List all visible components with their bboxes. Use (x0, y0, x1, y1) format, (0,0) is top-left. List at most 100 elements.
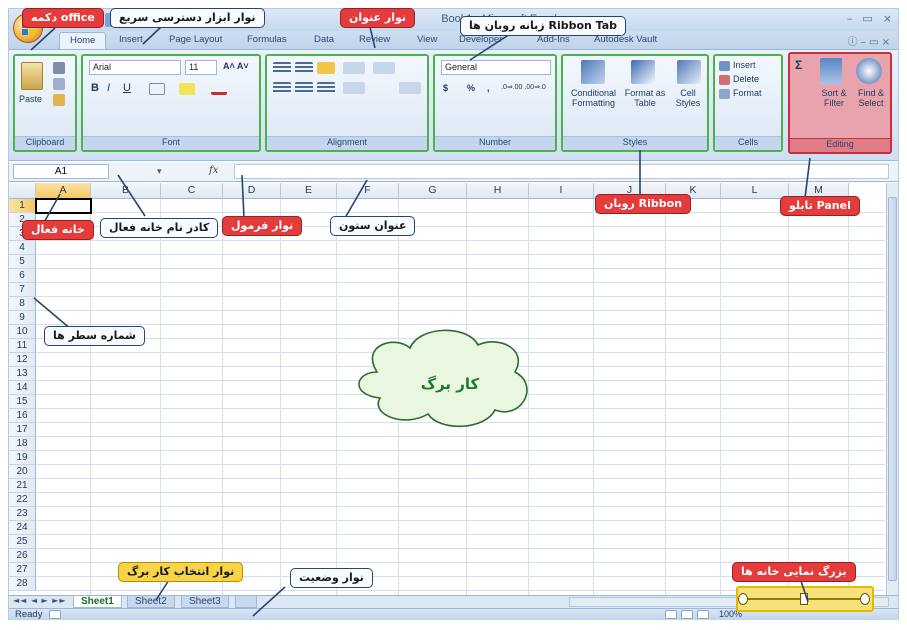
align-left-icon[interactable] (273, 82, 291, 94)
row-header-17[interactable]: 17 (9, 423, 36, 437)
merge-center-icon[interactable] (399, 82, 421, 94)
grow-font-button[interactable]: A˄ A˅ (223, 61, 249, 71)
row-header-14[interactable]: 14 (9, 381, 36, 395)
insert-cells-button[interactable]: Insert (733, 60, 756, 70)
tab-insert[interactable]: Insert (119, 34, 143, 45)
row-header-19[interactable]: 19 (9, 451, 36, 465)
sheet-tab-1[interactable]: Sheet1 (73, 596, 122, 608)
row-header-13[interactable]: 13 (9, 367, 36, 381)
align-bottom-icon[interactable] (317, 62, 335, 74)
column-header-e[interactable]: E (281, 183, 337, 199)
borders-icon[interactable] (149, 83, 165, 95)
column-header-b[interactable]: B (91, 183, 161, 199)
normal-view-icon[interactable] (665, 610, 677, 619)
tab-review[interactable]: Review (359, 34, 390, 45)
zoom-in-icon[interactable] (860, 593, 870, 605)
row-header-15[interactable]: 15 (9, 395, 36, 409)
zoom-slider-thumb[interactable] (800, 593, 808, 605)
sheet-nav-buttons[interactable]: ◄◄ ◄ ► ►► (13, 596, 67, 605)
row-header-9[interactable]: 9 (9, 311, 36, 325)
tab-formulas[interactable]: Formulas (247, 34, 287, 45)
minimize-button[interactable]: – (847, 12, 853, 25)
column-header-a[interactable]: A (36, 183, 91, 199)
currency-button[interactable]: $ (443, 83, 448, 93)
column-header-f[interactable]: F (337, 183, 399, 199)
row-header-16[interactable]: 16 (9, 409, 36, 423)
namebox-dropdown-icon[interactable]: ▾ (157, 166, 162, 177)
bold-button[interactable]: B (91, 82, 99, 94)
row-header-7[interactable]: 7 (9, 283, 36, 297)
formula-input[interactable] (234, 164, 889, 179)
align-top-icon[interactable] (273, 62, 291, 74)
cell-styles-icon[interactable] (677, 60, 701, 84)
close-button[interactable]: × (883, 12, 892, 25)
row-header-27[interactable]: 27 (9, 563, 36, 577)
font-name-select[interactable]: Arial (89, 60, 181, 75)
cut-icon[interactable] (53, 62, 65, 74)
find-select-icon[interactable] (856, 58, 882, 84)
row-header-26[interactable]: 26 (9, 549, 36, 563)
tab-page-layout[interactable]: Page Layout (169, 34, 222, 45)
tab-home[interactable]: Home (59, 32, 107, 49)
restore-button[interactable]: ▭ (862, 12, 872, 25)
row-header-21[interactable]: 21 (9, 479, 36, 493)
row-header-6[interactable]: 6 (9, 269, 36, 283)
sheet-tab-2[interactable]: Sheet2 (127, 596, 175, 608)
zoom-out-icon[interactable] (738, 593, 748, 605)
font-size-select[interactable]: 11 (185, 60, 217, 75)
row-header-1[interactable]: 1 (9, 199, 36, 213)
column-header-i[interactable]: I (529, 183, 594, 199)
page-break-view-icon[interactable] (697, 610, 709, 619)
align-middle-icon[interactable] (295, 62, 313, 74)
row-header-18[interactable]: 18 (9, 437, 36, 451)
row-header-4[interactable]: 4 (9, 241, 36, 255)
macro-record-icon[interactable] (49, 610, 61, 619)
column-header-h[interactable]: H (467, 183, 529, 199)
italic-button[interactable]: I (107, 82, 110, 94)
format-cells-button[interactable]: Format (733, 88, 762, 98)
zoom-slider-highlight[interactable] (736, 586, 874, 612)
font-color-icon[interactable] (211, 83, 227, 95)
delete-cells-button[interactable]: Delete (733, 74, 759, 84)
align-right-icon[interactable] (317, 82, 335, 94)
indent-icon[interactable] (343, 82, 365, 94)
underline-button[interactable]: U (123, 82, 131, 94)
percent-button[interactable]: % (467, 83, 475, 93)
row-header-11[interactable]: 11 (9, 339, 36, 353)
row-header-12[interactable]: 12 (9, 353, 36, 367)
name-box[interactable]: A1 (13, 164, 109, 179)
row-header-23[interactable]: 23 (9, 507, 36, 521)
row-header-8[interactable]: 8 (9, 297, 36, 311)
format-painter-icon[interactable] (53, 94, 65, 106)
row-header-25[interactable]: 25 (9, 535, 36, 549)
conditional-formatting-icon[interactable] (581, 60, 605, 84)
row-header-5[interactable]: 5 (9, 255, 36, 269)
select-all-corner[interactable] (9, 183, 36, 199)
orientation-icon[interactable] (343, 62, 365, 74)
insert-sheet-button[interactable] (235, 596, 257, 608)
column-header-d[interactable]: D (223, 183, 281, 199)
decimal-buttons[interactable]: .0⇒.00 .00⇒.0 (501, 83, 546, 91)
insert-function-button[interactable]: fx (209, 165, 218, 176)
copy-icon[interactable] (53, 78, 65, 90)
number-format-select[interactable]: General (441, 60, 551, 75)
vertical-scroll-thumb[interactable] (888, 197, 897, 581)
sort-filter-icon[interactable] (820, 58, 842, 84)
row-header-10[interactable]: 10 (9, 325, 36, 339)
help-controls[interactable]: ⓘ – ▭ × (848, 33, 890, 48)
column-header-g[interactable]: G (399, 183, 467, 199)
row-header-20[interactable]: 20 (9, 465, 36, 479)
row-header-22[interactable]: 22 (9, 493, 36, 507)
row-header-28[interactable]: 28 (9, 577, 36, 591)
paste-icon[interactable] (21, 62, 43, 90)
column-header-l[interactable]: L (721, 183, 789, 199)
vertical-scrollbar[interactable] (886, 183, 898, 595)
autosum-button[interactable]: Σ (795, 58, 802, 72)
page-layout-view-icon[interactable] (681, 610, 693, 619)
active-cell-a1[interactable] (35, 198, 92, 214)
tab-view[interactable]: View (417, 34, 437, 45)
row-header-24[interactable]: 24 (9, 521, 36, 535)
sheet-tab-3[interactable]: Sheet3 (181, 596, 229, 608)
tab-data[interactable]: Data (314, 34, 334, 45)
align-center-icon[interactable] (295, 82, 313, 94)
